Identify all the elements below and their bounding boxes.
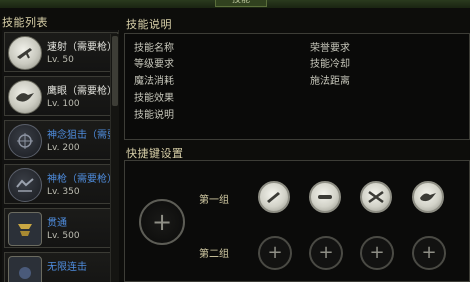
hotkey-slot-g2-2[interactable]: +	[309, 236, 343, 270]
desc-label-effect: 技能效果	[134, 93, 174, 104]
skill-level: Lv. 100	[47, 99, 80, 109]
sniper-icon	[8, 124, 42, 158]
rapid-fire-icon	[8, 36, 42, 70]
plus-icon: +	[151, 208, 173, 236]
rapid-fire-icon	[267, 192, 280, 203]
skill-name: 神枪（需要枪）	[47, 174, 117, 185]
hawk-eye-icon	[8, 80, 42, 114]
skill-description-header: 技能说明	[126, 18, 172, 31]
combo-icon	[8, 256, 42, 282]
window-title: 技能	[215, 0, 267, 7]
hotkey-slot-g1-3[interactable]	[360, 181, 392, 213]
skill-level: Lv. 350	[47, 187, 80, 197]
desc-label-cast-range: 施法距离	[310, 76, 350, 87]
hotkey-slot-g2-1[interactable]: +	[258, 236, 292, 270]
skill-name: 无限连击	[47, 262, 87, 273]
skill-name: 贯通	[47, 218, 67, 229]
skill-list: 速射（需要枪） Lv. 50 鹰眼（需要枪） Lv. 100 神念狙击（需要 L…	[2, 30, 119, 282]
plus-icon: +	[369, 242, 385, 263]
skill-level: Lv. 200	[47, 143, 80, 153]
hotkey-slot-g1-4[interactable]	[412, 181, 444, 213]
group2-label: 第二组	[199, 249, 229, 260]
crossed-guns-icon	[368, 190, 384, 204]
skill-description-panel: 技能名称 等级要求 魔法消耗 技能效果 技能说明 荣誉要求 技能冷却 施法距离	[124, 33, 470, 140]
skill-list-item[interactable]: 贯通 Lv. 500	[4, 208, 118, 248]
hotkey-settings-header: 快捷键设置	[126, 147, 184, 160]
bullet-icon	[318, 195, 332, 199]
skill-list-header: 技能列表	[2, 16, 48, 29]
desc-label-skill-name: 技能名称	[134, 43, 174, 54]
divine-gun-icon	[8, 168, 42, 202]
skill-name: 神念狙击（需要	[47, 130, 117, 141]
pierce-icon	[8, 212, 42, 246]
hotkey-slot-g2-4[interactable]: +	[412, 236, 446, 270]
plus-icon: +	[267, 242, 283, 263]
hotkey-slot-g1-2[interactable]	[309, 181, 341, 213]
skill-list-scrollbar[interactable]	[110, 34, 119, 282]
hotkey-source-slot[interactable]: +	[139, 199, 185, 245]
desc-label-cooldown: 技能冷却	[310, 59, 350, 70]
skill-name: 鹰眼（需要枪）	[47, 86, 117, 97]
skill-level: Lv. 50	[47, 55, 74, 65]
hotkey-slot-g1-1[interactable]	[258, 181, 290, 213]
desc-label-description: 技能说明	[134, 110, 174, 121]
skill-list-item[interactable]: 鹰眼（需要枪） Lv. 100	[4, 76, 118, 116]
skill-list-item[interactable]: 神念狙击（需要 Lv. 200	[4, 120, 118, 160]
skill-name: 速射（需要枪）	[47, 42, 117, 53]
plus-icon: +	[318, 242, 334, 263]
window-title-bar: 技能	[0, 0, 470, 8]
skill-list-item[interactable]: 神枪（需要枪） Lv. 350	[4, 164, 118, 204]
skill-list-item[interactable]: 无限连击	[4, 252, 118, 282]
hawk-eye-icon	[420, 193, 436, 202]
skill-level: Lv. 500	[47, 231, 80, 241]
desc-label-honor-req: 荣誉要求	[310, 43, 350, 54]
hotkey-panel: + 第一组 第二组 + + + +	[124, 160, 470, 282]
scrollbar-thumb[interactable]	[112, 36, 118, 106]
skill-list-item[interactable]: 速射（需要枪） Lv. 50	[4, 32, 118, 72]
desc-label-mana-cost: 魔法消耗	[134, 76, 174, 87]
group1-label: 第一组	[199, 195, 229, 206]
plus-icon: +	[421, 242, 437, 263]
hotkey-slot-g2-3[interactable]: +	[360, 236, 394, 270]
desc-label-level-req: 等级要求	[134, 59, 174, 70]
